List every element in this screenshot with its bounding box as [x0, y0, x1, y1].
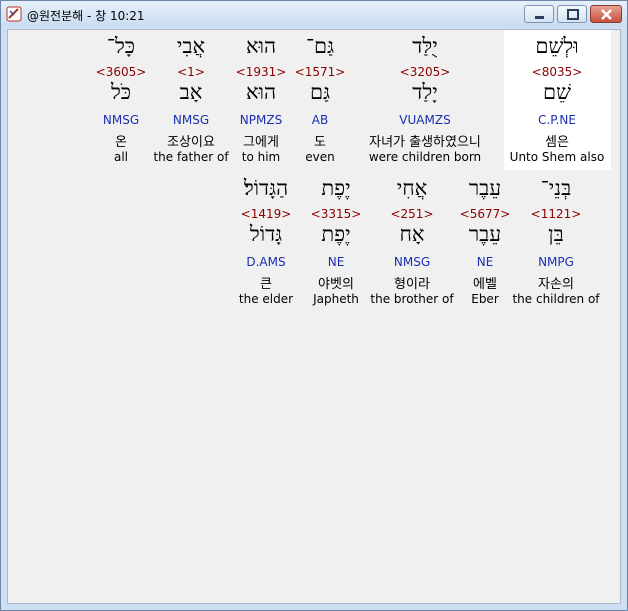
- window-title: @원전분해 - 창 10:21: [27, 9, 145, 23]
- app-window: @원전분해 - 창 10:21 וּלְשֵׁם <8035> שֵׁם C.P…: [0, 0, 628, 611]
- korean-gloss: 큰: [260, 277, 272, 292]
- hebrew-lemma: כֹּל: [110, 80, 132, 104]
- english-gloss: all: [113, 150, 129, 164]
- strong-number[interactable]: <8035>: [497, 65, 617, 79]
- hebrew-lemma: שֵׁם: [543, 80, 571, 104]
- maximize-button[interactable]: [557, 5, 587, 23]
- app-icon: [6, 6, 22, 22]
- minimize-button[interactable]: [524, 5, 554, 23]
- strong-number[interactable]: <3605>: [61, 65, 181, 79]
- korean-gloss: 온: [115, 135, 127, 150]
- maximize-icon: [567, 9, 579, 20]
- minimize-icon: [535, 16, 544, 19]
- english-gloss: the elder: [238, 292, 294, 306]
- parsing-code: C.P.NE: [538, 113, 576, 127]
- korean-gloss: 셈은: [545, 135, 569, 150]
- english-gloss: were children born: [368, 150, 482, 164]
- hebrew-lemma: גָּדוֹל: [249, 222, 283, 246]
- strong-number[interactable]: <1419>: [206, 207, 326, 221]
- parsing-code: VUAMZS: [399, 113, 451, 127]
- parsing-code: D.AMS: [246, 255, 286, 269]
- english-gloss: Unto Shem also: [509, 150, 605, 164]
- hebrew-word: יֻלַּד: [412, 34, 438, 58]
- hebrew-lemma: יָלַד: [412, 80, 438, 104]
- title-bar[interactable]: @원전분해 - 창 10:21: [1, 1, 627, 27]
- parsing-code: NMSG: [102, 113, 140, 127]
- korean-gloss: 자녀가 출생하였으니: [369, 135, 481, 150]
- hebrew-word: וּלְשֵׁם: [535, 34, 579, 58]
- interlinear-panel: וּלְשֵׁם <8035> שֵׁם C.P.NE 셈은 Unto Shem…: [7, 29, 621, 604]
- close-icon: [601, 9, 612, 20]
- strong-number[interactable]: <3205>: [365, 65, 485, 79]
- hebrew-word: כָּל־: [106, 34, 136, 58]
- hebrew-word: הַגָּדוֹל׃: [243, 176, 289, 200]
- close-button[interactable]: [590, 5, 622, 23]
